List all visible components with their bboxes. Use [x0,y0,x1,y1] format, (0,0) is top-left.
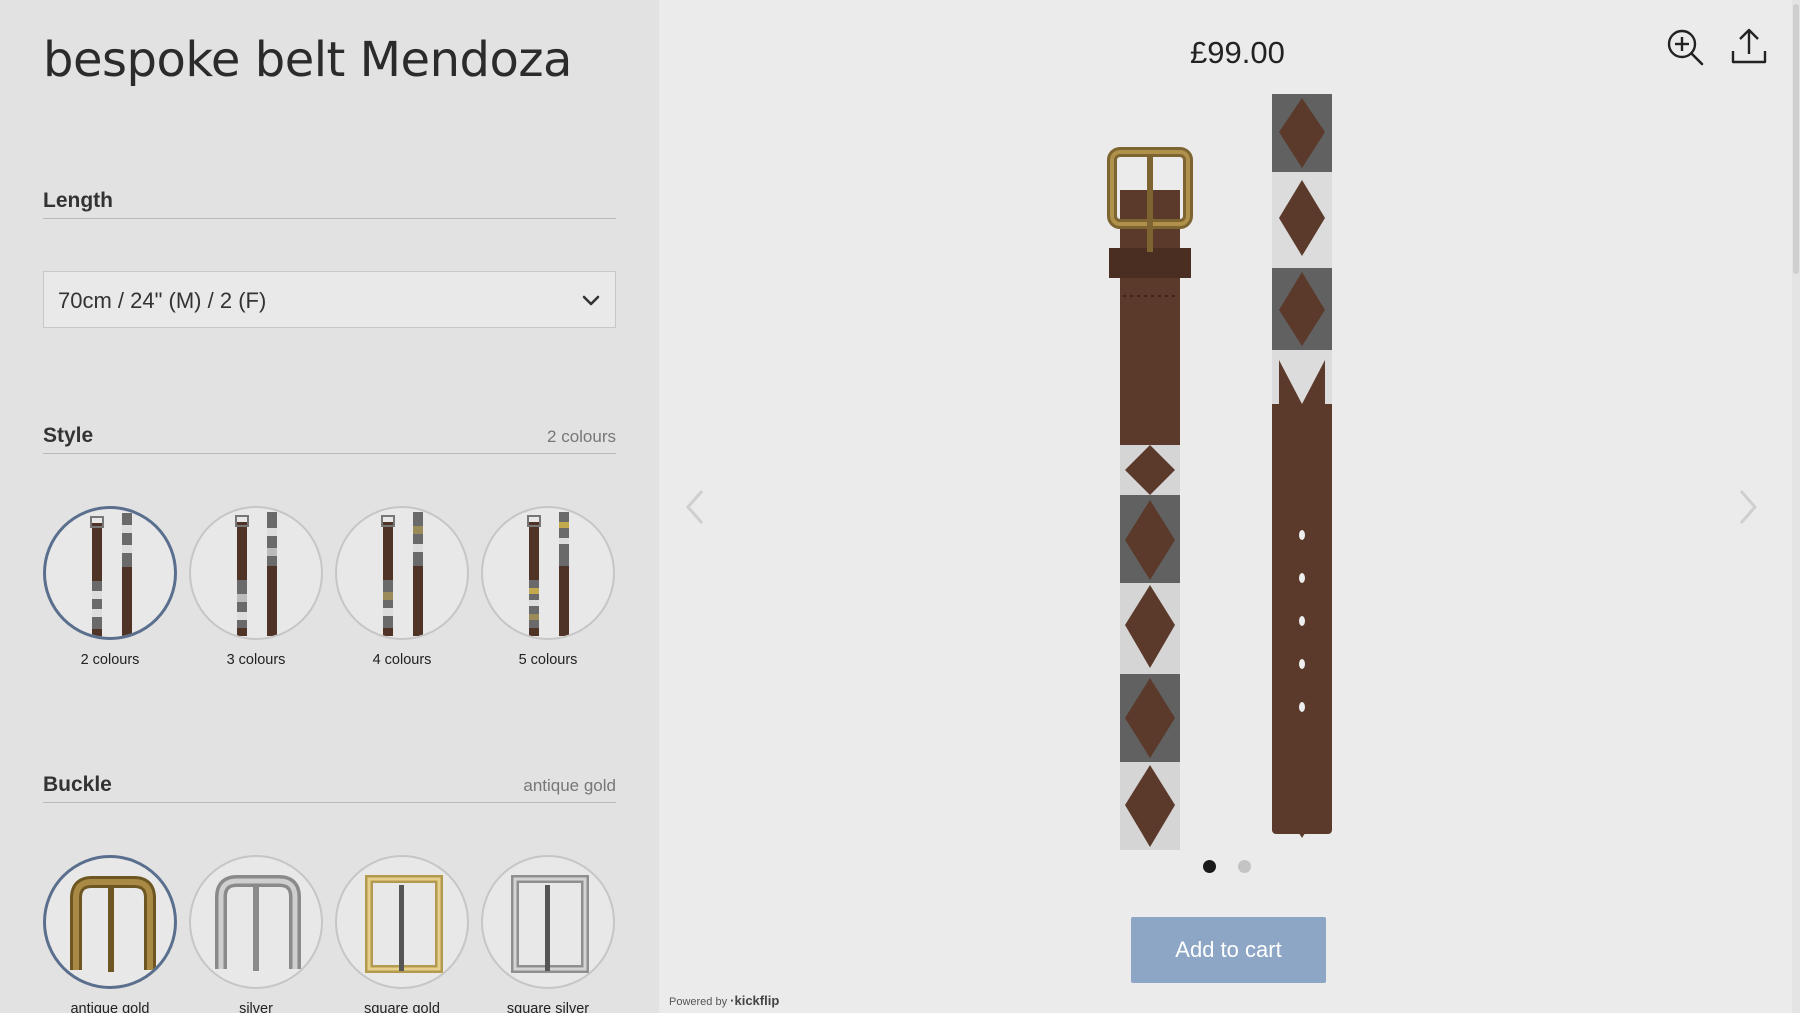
style-option-5-colours[interactable]: 5 colours [481,506,615,668]
style-option-4-colours[interactable]: 4 colours [335,506,469,668]
length-select[interactable]: 70cm / 24" (M) / 2 (F) [43,271,616,328]
length-select-value: 70cm / 24" (M) / 2 (F) [58,288,267,313]
buckle-thumbnail [189,855,323,989]
style-selected-value: 2 colours [547,427,616,446]
next-image-arrow[interactable] [1733,487,1763,527]
powered-by[interactable]: Powered by ·kickflip [669,993,779,1008]
length-section-header: Length [43,189,616,219]
buckle-thumbnail [43,855,177,989]
buckle-thumbnail [335,855,469,989]
style-thumbnail [189,506,323,640]
style-option-3-colours[interactable]: 3 colours [189,506,323,668]
style-thumbnail [335,506,469,640]
length-label: Length [43,189,113,212]
buckle-option-label: square gold [364,1001,440,1013]
buckle-section-header: Buckle antique gold [43,773,616,803]
kickflip-logo: ·kickflip [730,993,780,1008]
style-section-header: Style 2 colours [43,424,616,454]
image-pagination [1203,860,1263,876]
buckle-option-label: antique gold [70,1001,150,1013]
product-title: bespoke belt Mendoza [43,32,572,88]
belt-preview-image [1085,90,1355,860]
buckle-option-silver[interactable]: silver [189,855,323,1013]
buckle-option-antique-gold[interactable]: antique gold [43,855,177,1013]
buckle-thumbnail [481,855,615,989]
style-thumbnail [481,506,615,640]
chevron-down-icon [582,295,600,306]
style-option-label: 5 colours [518,652,578,668]
buckle-option-square-silver[interactable]: square silver [481,855,615,1013]
configurator-panel: bespoke belt Mendoza Length 70cm / 24" (… [0,0,659,1013]
add-to-cart-button[interactable]: Add to cart [1131,917,1326,983]
style-thumbnail [43,506,177,640]
style-option-label: 4 colours [372,652,432,668]
powered-by-prefix: Powered by [669,996,728,1008]
share-upload-icon[interactable] [1729,27,1769,67]
previous-image-arrow[interactable] [680,487,710,527]
buckle-option-label: square silver [506,1001,590,1013]
pagination-dot-2[interactable] [1238,860,1251,873]
product-price: £99.00 [1190,35,1285,70]
style-label: Style [43,424,94,447]
style-option-label: 2 colours [80,652,140,668]
buckle-option-square-gold[interactable]: square gold [335,855,469,1013]
buckle-option-label: silver [239,1001,273,1013]
buckle-label: Buckle [43,773,112,796]
style-option-label: 3 colours [226,652,286,668]
buckle-selected-value: antique gold [523,776,616,795]
zoom-in-icon[interactable] [1665,27,1705,67]
scrollbar-thumb[interactable] [1793,4,1799,274]
pagination-dot-1[interactable] [1203,860,1216,873]
style-option-2-colours[interactable]: 2 colours [43,506,177,668]
scrollbar[interactable] [1792,0,1800,1013]
